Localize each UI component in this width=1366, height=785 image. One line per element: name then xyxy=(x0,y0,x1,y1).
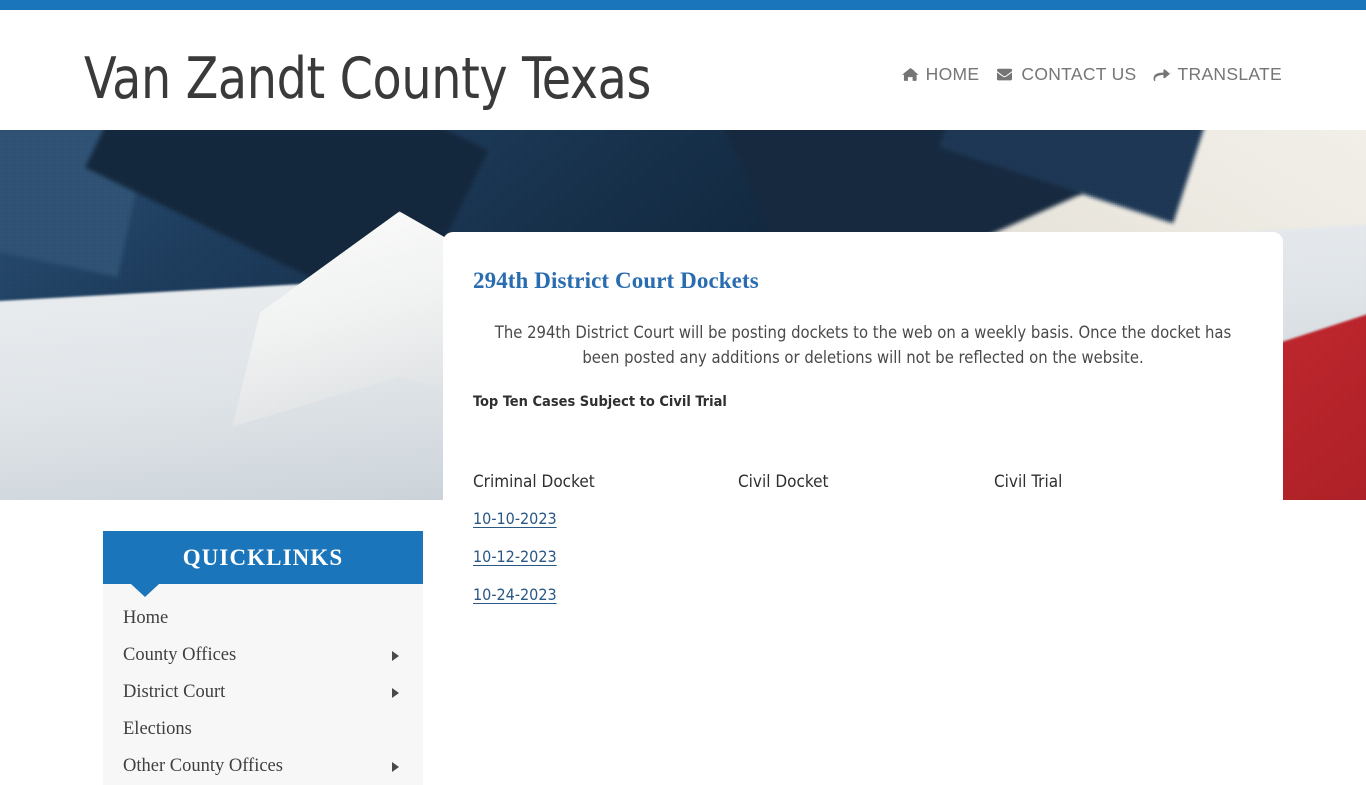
sidebar-item-label: Elections xyxy=(123,719,192,739)
quicklinks-heading: QUICKLINKS xyxy=(182,544,344,570)
quicklinks-panel: QUICKLINKS Home County Offices District … xyxy=(103,531,423,785)
sidebar-item-home[interactable]: Home xyxy=(103,600,423,637)
site-header: Van Zandt County Texas HOME CONTACT US T… xyxy=(0,10,1366,130)
page-title: 294th District Court Dockets xyxy=(473,268,759,293)
table-row: 10-12-2023 xyxy=(473,546,1253,584)
dockets-table: Criminal Docket Civil Docket Civil Trial… xyxy=(473,470,1253,622)
docket-link[interactable]: 10-24-2023 xyxy=(473,585,557,604)
table-row: 10-24-2023 xyxy=(473,584,1253,622)
quicklinks-list: Home County Offices District Court Elect… xyxy=(103,584,423,785)
quicklinks-header: QUICKLINKS xyxy=(103,531,423,597)
cell-civil-docket xyxy=(738,546,994,584)
cell-criminal-docket: 10-10-2023 xyxy=(473,508,738,546)
nav-item-home-label: HOME xyxy=(925,64,980,84)
cell-criminal-docket: 10-24-2023 xyxy=(473,584,738,622)
site-title: Van Zandt County Texas xyxy=(84,46,651,112)
home-icon xyxy=(901,67,919,82)
envelope-icon xyxy=(995,67,1014,82)
nav-item-translate[interactable]: TRANSLATE xyxy=(1145,64,1290,85)
cell-civil-trial xyxy=(994,546,1253,584)
content-card: 294th District Court Dockets The 294th D… xyxy=(443,232,1283,768)
main-navigation: HOME CONTACT US TRANSLATE xyxy=(894,64,1290,85)
nav-item-contact-us[interactable]: CONTACT US xyxy=(987,64,1144,85)
nav-item-contact-us-label: CONTACT US xyxy=(1021,64,1137,84)
sidebar-item-label: Home xyxy=(123,608,169,628)
quicklinks-notch xyxy=(131,584,159,597)
cell-civil-trial xyxy=(994,584,1253,622)
sidebar-item-label: District Court xyxy=(123,682,226,702)
cell-civil-trial xyxy=(994,508,1253,546)
nav-item-translate-label: TRANSLATE xyxy=(1177,64,1282,84)
cell-criminal-docket: 10-12-2023 xyxy=(473,546,738,584)
column-header-civil-docket: Civil Docket xyxy=(738,472,829,492)
column-header-criminal-docket: Criminal Docket xyxy=(473,472,595,492)
sidebar-item-elections[interactable]: Elections xyxy=(103,711,423,748)
intro-paragraph: The 294th District Court will be posting… xyxy=(494,323,1232,367)
chevron-right-icon[interactable] xyxy=(392,650,399,661)
column-header-civil-trial: Civil Trial xyxy=(994,472,1063,492)
sidebar-item-other-county-offices[interactable]: Other County Offices xyxy=(103,748,423,785)
top-accent-bar xyxy=(0,0,1366,10)
chevron-right-icon[interactable] xyxy=(392,687,399,698)
docket-link[interactable]: 10-12-2023 xyxy=(473,547,557,566)
subheading-top-ten-cases: Top Ten Cases Subject to Civil Trial xyxy=(473,394,727,410)
chevron-right-icon[interactable] xyxy=(392,761,399,772)
sidebar-item-county-offices[interactable]: County Offices xyxy=(103,637,423,674)
cell-civil-docket xyxy=(738,508,994,546)
table-header-row: Criminal Docket Civil Docket Civil Trial xyxy=(473,470,1253,508)
docket-link[interactable]: 10-10-2023 xyxy=(473,509,557,528)
share-arrow-icon xyxy=(1153,67,1171,82)
table-row: 10-10-2023 xyxy=(473,508,1253,546)
sidebar-item-district-court[interactable]: District Court xyxy=(103,674,423,711)
sidebar-item-label: Other County Offices xyxy=(123,756,283,776)
nav-item-home[interactable]: HOME xyxy=(894,64,988,85)
sidebar-item-label: County Offices xyxy=(123,645,237,665)
cell-civil-docket xyxy=(738,584,994,622)
